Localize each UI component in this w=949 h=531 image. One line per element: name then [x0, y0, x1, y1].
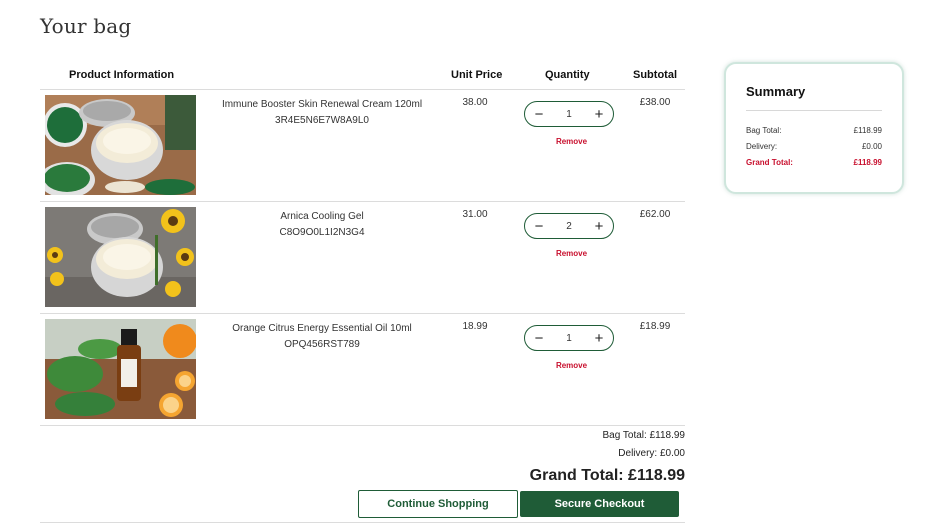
summary-delivery-value: £0.00 [861, 142, 882, 151]
table-row: Arnica Cooling Gel C8O9O0L1I2N3G4 31.00 … [40, 202, 685, 314]
summary-bag-total-label: Bag Total: [746, 126, 782, 135]
summary-grand-total-label: Grand Total: [746, 158, 793, 167]
header-quantity: Quantity [545, 69, 590, 81]
table-row: Orange Citrus Energy Essential Oil 10ml … [40, 314, 685, 426]
item-subtotal: £18.99 [639, 321, 671, 332]
summary-divider [746, 110, 882, 111]
grand-total: Grand Total: £118.99 [529, 467, 685, 484]
summary-delivery: Delivery: £0.00 [746, 142, 882, 151]
divider [40, 522, 685, 523]
remove-item-link[interactable]: Remove [524, 249, 619, 258]
header-subtotal: Subtotal [633, 69, 677, 81]
decrease-quantity-button[interactable]: − [531, 218, 547, 234]
table-header: Product Information Unit Price Quantity … [40, 62, 685, 90]
summary-grand-total: Grand Total: £118.99 [746, 158, 882, 167]
product-sku: 3R4E5N6E7W8A9L0 [275, 115, 369, 126]
page-title: Your bag [40, 14, 132, 38]
increase-quantity-button[interactable]: + [591, 330, 607, 346]
product-image-arnica-gel[interactable] [45, 207, 196, 307]
increase-quantity-button[interactable]: + [591, 218, 607, 234]
decrease-quantity-button[interactable]: − [531, 106, 547, 122]
summary-title: Summary [746, 84, 806, 99]
remove-item-link[interactable]: Remove [524, 361, 619, 370]
delivery-total: Delivery: £0.00 [618, 448, 685, 459]
order-summary-card: Summary Bag Total: £118.99 Delivery: £0.… [724, 62, 904, 194]
product-name[interactable]: Immune Booster Skin Renewal Cream 120ml … [210, 97, 434, 129]
bag-table: Product Information Unit Price Quantity … [40, 62, 685, 426]
summary-bag-total-value: £118.99 [853, 126, 882, 135]
quantity-input[interactable]: 2 [554, 221, 584, 232]
summary-bag-total: Bag Total: £118.99 [746, 126, 882, 135]
header-product-information: Product Information [69, 69, 175, 81]
secure-checkout-button[interactable]: Secure Checkout [520, 491, 679, 517]
remove-item-link[interactable]: Remove [524, 137, 619, 146]
quantity-stepper: − 2 + [524, 213, 614, 239]
bag-total: Bag Total: £118.99 [602, 430, 685, 441]
decrease-quantity-button[interactable]: − [531, 330, 547, 346]
product-name[interactable]: Orange Citrus Energy Essential Oil 10ml … [210, 321, 434, 353]
product-title[interactable]: Arnica Cooling Gel [280, 211, 363, 222]
header-unit-price: Unit Price [451, 69, 503, 81]
product-title[interactable]: Orange Citrus Energy Essential Oil 10ml [232, 323, 412, 334]
continue-shopping-button[interactable]: Continue Shopping [358, 490, 518, 518]
table-row: Immune Booster Skin Renewal Cream 120ml … [40, 90, 685, 202]
product-title[interactable]: Immune Booster Skin Renewal Cream 120ml [222, 99, 422, 110]
unit-price: 18.99 [462, 321, 488, 332]
increase-quantity-button[interactable]: + [591, 106, 607, 122]
product-sku: C8O9O0L1I2N3G4 [279, 227, 365, 238]
item-subtotal: £38.00 [639, 97, 671, 108]
product-image-essential-oil[interactable] [45, 319, 196, 419]
summary-grand-total-value: £118.99 [853, 158, 882, 167]
unit-price: 38.00 [462, 97, 488, 108]
quantity-stepper: − 1 + [524, 101, 614, 127]
unit-price: 31.00 [462, 209, 488, 220]
item-subtotal: £62.00 [639, 209, 671, 220]
product-image-cream-jar[interactable] [45, 95, 196, 195]
quantity-input[interactable]: 1 [554, 109, 584, 120]
quantity-input[interactable]: 1 [554, 333, 584, 344]
product-name[interactable]: Arnica Cooling Gel C8O9O0L1I2N3G4 [210, 209, 434, 241]
summary-delivery-label: Delivery: [746, 142, 778, 151]
quantity-stepper: − 1 + [524, 325, 614, 351]
product-sku: OPQ456RST789 [284, 339, 360, 350]
